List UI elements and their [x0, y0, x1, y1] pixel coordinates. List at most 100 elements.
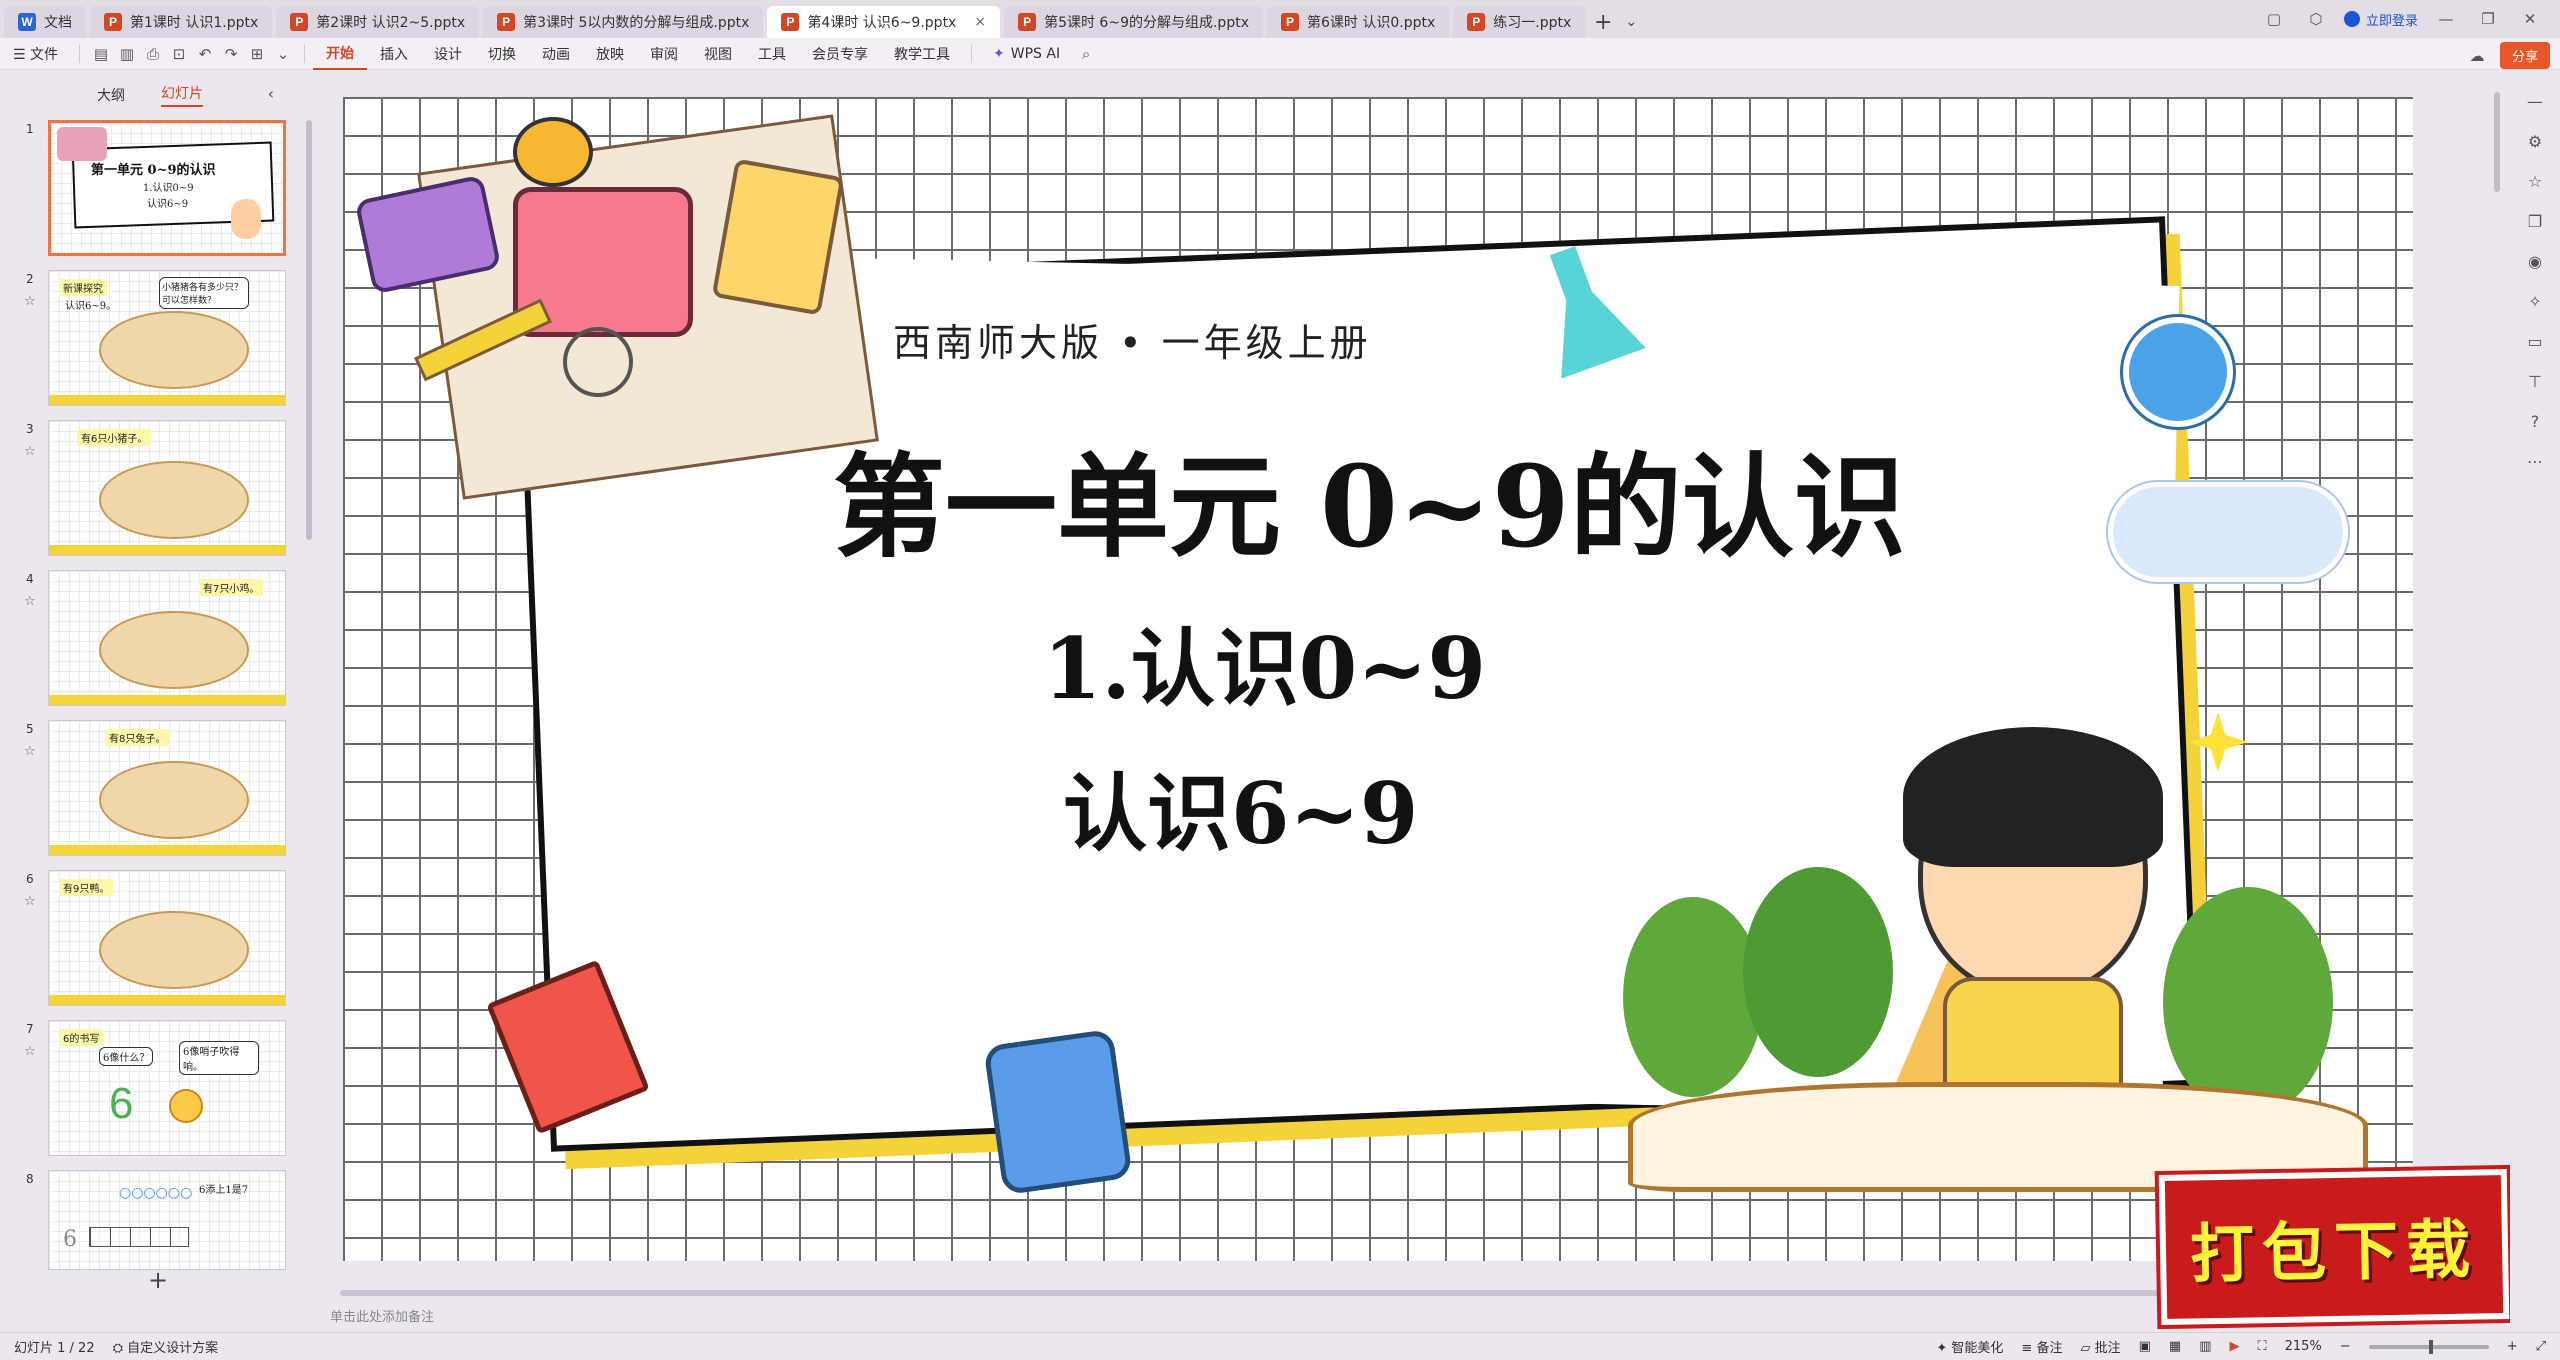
menu-tools[interactable]: 工具	[745, 38, 799, 70]
download-badge[interactable]: 打包下载	[2158, 1168, 2510, 1326]
tab-outline[interactable]: 大纲	[97, 85, 125, 105]
tab-label: 第4课时 认识6~9.pptx	[807, 15, 957, 31]
copy-icon[interactable]: ❐	[2524, 210, 2546, 232]
fit-window-icon[interactable]: ⤢	[2536, 1339, 2546, 1354]
box-icon[interactable]: ⬡	[2302, 10, 2330, 28]
menu-review[interactable]: 审阅	[637, 38, 691, 70]
slide-thumbnail[interactable]: 有9只鸭。	[48, 870, 286, 1006]
navigator-scrollbar[interactable]	[306, 120, 312, 540]
notes-button[interactable]: ≡ 备注	[2021, 1337, 2062, 1356]
close-icon[interactable]: ×	[974, 14, 986, 30]
farm-illustration	[99, 461, 249, 539]
adjust-icon[interactable]: ⚙	[2524, 130, 2546, 152]
slide-thumbnail[interactable]: 第一单元 0~9的认识 1.认识0~9 认识6~9	[48, 120, 286, 256]
star-icon[interactable]: ☆	[24, 744, 36, 759]
tab-file-3[interactable]: P 第3课时 5以内数的分解与组成.pptx	[483, 6, 764, 38]
maximize-icon[interactable]: ❐	[2474, 10, 2502, 28]
restore-view-icon[interactable]: ▢	[2260, 10, 2288, 28]
tab-file-7[interactable]: P 练习一.pptx	[1453, 6, 1586, 38]
chevron-down-icon[interactable]: ⌄	[272, 43, 294, 65]
more-icon[interactable]: ⋯	[2524, 450, 2546, 472]
redo-icon[interactable]: ↷	[220, 43, 242, 65]
undo-icon[interactable]: ↶	[194, 43, 216, 65]
tab-file-5[interactable]: P 第5课时 6~9的分解与组成.pptx	[1004, 6, 1263, 38]
search-icon[interactable]: ⌕	[1075, 43, 1097, 65]
print-icon[interactable]: ⎙	[142, 43, 164, 65]
menu-home[interactable]: 开始	[313, 38, 368, 70]
share-button[interactable]: 分享	[2499, 42, 2550, 69]
slide-thumbnail[interactable]: 新课探究 认识6~9。 小猪猪各有多少只？可以怎样数？	[48, 270, 286, 406]
save-icon[interactable]: ▤	[90, 43, 112, 65]
camera-icon[interactable]: ◉	[2524, 250, 2546, 272]
beautify-button[interactable]: ✦ 智能美化	[1936, 1337, 2003, 1356]
magic-wand-icon[interactable]: ✧	[2524, 290, 2546, 312]
canvas-vertical-scrollbar[interactable]	[2494, 92, 2500, 192]
thumb-note: 认识6~9。	[65, 301, 117, 312]
star-icon[interactable]: ☆	[24, 594, 36, 609]
reading-view-icon[interactable]: ▥	[2199, 1339, 2211, 1354]
grid-view-icon[interactable]: ▦	[2169, 1339, 2181, 1354]
file-menu[interactable]: ☰ 文件	[0, 38, 71, 70]
tab-list-icon[interactable]: ⌄	[1621, 6, 1641, 38]
comments-button[interactable]: ▱ 批注	[2080, 1337, 2120, 1356]
farm-illustration	[99, 911, 249, 989]
bookmark-icon[interactable]: ▭	[2524, 330, 2546, 352]
star-icon[interactable]: ☆	[24, 894, 36, 909]
login-button[interactable]: 立即登录	[2343, 10, 2418, 29]
help-icon[interactable]: ?	[2524, 410, 2546, 432]
zoom-slider-knob[interactable]	[2428, 1339, 2433, 1354]
shirt-icon[interactable]: ⊤	[2524, 370, 2546, 392]
star-icon[interactable]: ☆	[24, 1044, 36, 1059]
fit-icon[interactable]: ⛶	[2258, 1339, 2267, 1354]
add-slide-button[interactable]: +	[148, 1266, 168, 1294]
print-preview-icon[interactable]: ⊡	[168, 43, 190, 65]
collapse-icon[interactable]: ‹	[268, 84, 274, 103]
notes-placeholder[interactable]: 单击此处添加备注	[324, 1298, 2224, 1332]
ppt-file-icon: P	[1467, 13, 1486, 31]
menu-member[interactable]: 会员专享	[799, 38, 881, 70]
minus-icon[interactable]: —	[2524, 90, 2546, 112]
menu-animation[interactable]: 动画	[529, 38, 583, 70]
ppt-file-icon: P	[497, 13, 516, 31]
canvas-horizontal-scrollbar[interactable]	[340, 1290, 2200, 1296]
tab-file-4-active[interactable]: P 第4课时 认识6~9.pptx ×	[767, 6, 1001, 38]
window-controls: ▢ ⬡ 立即登录 — ❐ ✕	[2260, 0, 2560, 38]
star-icon[interactable]: ☆	[2524, 170, 2546, 192]
menu-teaching-tools[interactable]: 教学工具	[881, 38, 963, 70]
pdf-icon[interactable]: ▥	[116, 43, 138, 65]
new-tab-button[interactable]: +	[1585, 6, 1621, 38]
zoom-slider[interactable]	[2368, 1339, 2489, 1354]
menu-transitions[interactable]: 切换	[475, 38, 529, 70]
tab-slides[interactable]: 幻灯片	[161, 83, 203, 107]
tab-file-6[interactable]: P 第6课时 认识0.pptx	[1266, 6, 1450, 38]
slide-thumbnail[interactable]: 有6只小猪子。	[48, 420, 286, 556]
menu-design[interactable]: 设计	[421, 38, 475, 70]
thumb-subtitle: 1.认识0~9	[143, 183, 194, 194]
cloud-sync-icon[interactable]: ☁	[2466, 45, 2488, 67]
zoom-out-icon[interactable]: −	[2340, 1339, 2351, 1354]
menu-slideshow[interactable]: 放映	[583, 38, 637, 70]
slide-thumbnail[interactable]: 有7只小鸡。	[48, 570, 286, 706]
normal-view-icon[interactable]: ▣	[2139, 1339, 2151, 1354]
play-icon[interactable]: ▶	[2230, 1339, 2240, 1354]
zoom-level[interactable]: 215%	[2285, 1339, 2322, 1354]
star-icon[interactable]: ☆	[24, 444, 36, 459]
menu-insert[interactable]: 插入	[367, 38, 421, 70]
slide-thumbnail[interactable]: 有8只兔子。	[48, 720, 286, 856]
star-icon[interactable]: ☆	[24, 294, 36, 309]
tab-file-1[interactable]: P 第1课时 认识1.pptx	[90, 6, 273, 38]
wps-ai-button[interactable]: ✦ WPS AI	[980, 38, 1073, 70]
menu-view[interactable]: 视图	[691, 38, 745, 70]
slide-canvas[interactable]: 西南师大版 • 一年级上册 第一单元 0~9的认识 1.认识0~9 认识6~9	[343, 97, 2413, 1261]
close-window-icon[interactable]: ✕	[2516, 10, 2544, 28]
status-left: 幻灯片 1 / 22 ⛭ 自定义设计方案	[0, 1337, 218, 1356]
minimize-icon[interactable]: —	[2432, 10, 2460, 28]
tab-documents[interactable]: W 文档	[4, 6, 86, 38]
tab-file-2[interactable]: P 第2课时 认识2~5.pptx	[276, 6, 480, 38]
slide-thumbnail[interactable]: 6添上1是7 6 ○○○○○○	[48, 1170, 286, 1270]
tab-label: 第3课时 5以内数的分解与组成.pptx	[523, 15, 750, 31]
slide-thumbnail[interactable]: 6的书写 6像什么？ 6像哨子吹得响。 6	[48, 1020, 286, 1156]
zoom-in-icon[interactable]: +	[2507, 1339, 2518, 1354]
format-painter-icon[interactable]: ⊞	[246, 43, 268, 65]
design-scheme-button[interactable]: ⛭ 自定义设计方案	[113, 1337, 219, 1356]
